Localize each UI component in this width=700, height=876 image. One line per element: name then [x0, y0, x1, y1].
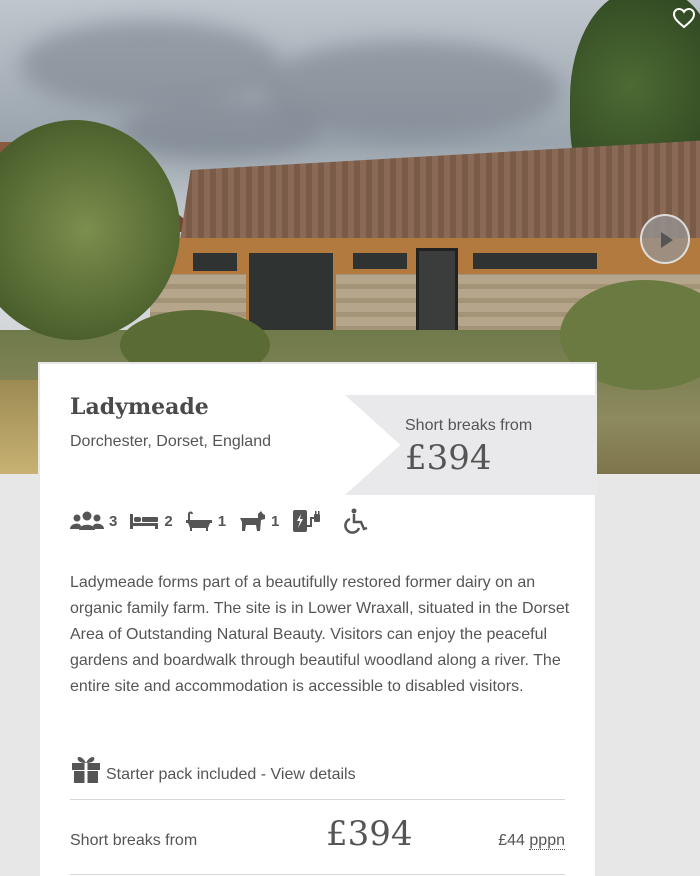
dogs-count: 1 [271, 512, 280, 530]
feature-dogs: 1 [238, 510, 279, 532]
feature-ev-charging [291, 508, 328, 534]
features-row: 3 2 1 1 [70, 506, 387, 536]
gift-icon [72, 756, 100, 783]
next-photo-button[interactable] [640, 214, 690, 264]
property-listing: Short breaks from £394 Ladymeade Dorches… [0, 0, 700, 876]
starter-pack: Starter pack included - View details [70, 754, 356, 784]
bathrooms-count: 1 [217, 512, 227, 530]
play-icon [661, 232, 673, 248]
pppn-abbreviation[interactable]: pppn [529, 832, 565, 850]
feature-accessible [340, 508, 375, 534]
per-night-price: £44 pppn [498, 832, 565, 850]
bottom-price-label: Short breaks from [70, 832, 198, 849]
feature-bedrooms: 2 [129, 511, 173, 531]
cloud [20, 20, 280, 110]
property-description: Ladymeade forms part of a beautifully re… [70, 574, 570, 695]
feature-guests: 3 [70, 511, 117, 531]
bottom-price-value: £394 [326, 814, 413, 854]
bath-icon [185, 511, 212, 531]
divider [70, 874, 565, 875]
cloud [120, 100, 320, 160]
window [350, 250, 410, 272]
bedrooms-count: 2 [164, 512, 173, 530]
window [190, 250, 240, 274]
property-card: Short breaks from £394 Ladymeade Dorches… [38, 362, 597, 876]
dog-icon [239, 511, 266, 531]
bed-icon [130, 514, 159, 529]
favourite-heart-icon[interactable] [672, 6, 696, 30]
ev-charger-icon [293, 510, 321, 532]
feature-bathrooms: 1 [185, 511, 226, 531]
divider [70, 799, 565, 800]
guests-count: 3 [109, 512, 118, 530]
starter-pack-link[interactable]: Starter pack included - View details [106, 766, 356, 784]
property-title[interactable]: Ladymeade [70, 394, 209, 420]
per-night-amount: £44 [498, 832, 525, 849]
guests-icon [70, 511, 104, 530]
window [470, 250, 600, 272]
wheelchair-icon [344, 508, 368, 534]
property-location: Dorchester, Dorset, England [70, 433, 271, 450]
